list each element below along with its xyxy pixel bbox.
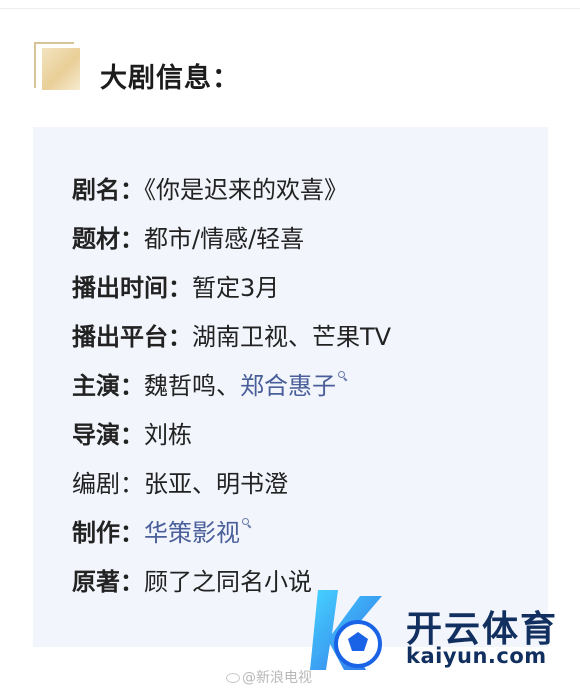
info-row-writer: 编剧：张亚、明书澄 xyxy=(72,467,288,501)
search-icon[interactable] xyxy=(338,371,348,381)
info-value: 都市/情感/轻喜 xyxy=(144,225,305,253)
actor-link[interactable]: 郑合惠子 xyxy=(240,372,336,400)
section-title: 大剧信息： xyxy=(100,63,240,94)
watermark-url: kaiyun.com xyxy=(406,644,547,668)
info-row-airtime: 播出时间：暂定3月 xyxy=(72,271,279,305)
info-row-production: 制作：华策影视 xyxy=(72,516,252,550)
info-value: 魏哲鸣、 xyxy=(144,372,240,400)
info-label: 编剧： xyxy=(72,470,144,498)
info-row-director: 导演：刘栋 xyxy=(72,418,192,452)
info-label: 制作： xyxy=(72,519,144,547)
search-icon[interactable] xyxy=(242,518,252,528)
info-row-title: 剧名：《你是迟来的欢喜》 xyxy=(72,173,348,207)
info-value: 湖南卫视、芒果TV xyxy=(192,323,392,351)
kaiyun-logo-icon xyxy=(310,590,382,670)
info-label: 播出时间： xyxy=(72,274,192,302)
info-value: 《你是迟来的欢喜》 xyxy=(144,176,348,204)
weibo-source-text: @新浪电视 xyxy=(242,670,312,686)
info-label: 剧名： xyxy=(72,176,144,204)
info-row-cast: 主演：魏哲鸣、郑合惠子 xyxy=(72,369,348,403)
info-value: 顾了之同名小说 xyxy=(144,568,312,596)
info-value: 张亚、明书澄 xyxy=(144,470,288,498)
info-label: 导演： xyxy=(72,421,144,449)
info-label: 播出平台： xyxy=(72,323,192,351)
info-value: 暂定3月 xyxy=(192,274,280,302)
weibo-source: @新浪电视 xyxy=(226,667,312,687)
top-divider xyxy=(0,8,580,9)
info-label: 原著： xyxy=(72,568,144,596)
info-label: 题材： xyxy=(72,225,144,253)
info-value: 刘栋 xyxy=(144,421,192,449)
company-link[interactable]: 华策影视 xyxy=(144,519,240,547)
info-row-platform: 播出平台：湖南卫视、芒果TV xyxy=(72,320,391,354)
info-label: 主演： xyxy=(72,372,144,400)
watermark: 开云体育 kaiyun.com xyxy=(300,578,580,688)
info-row-source: 原著：顾了之同名小说 xyxy=(72,565,312,599)
weibo-icon xyxy=(226,673,240,683)
info-row-genre: 题材：都市/情感/轻喜 xyxy=(72,222,304,256)
section-decoration xyxy=(34,42,80,92)
